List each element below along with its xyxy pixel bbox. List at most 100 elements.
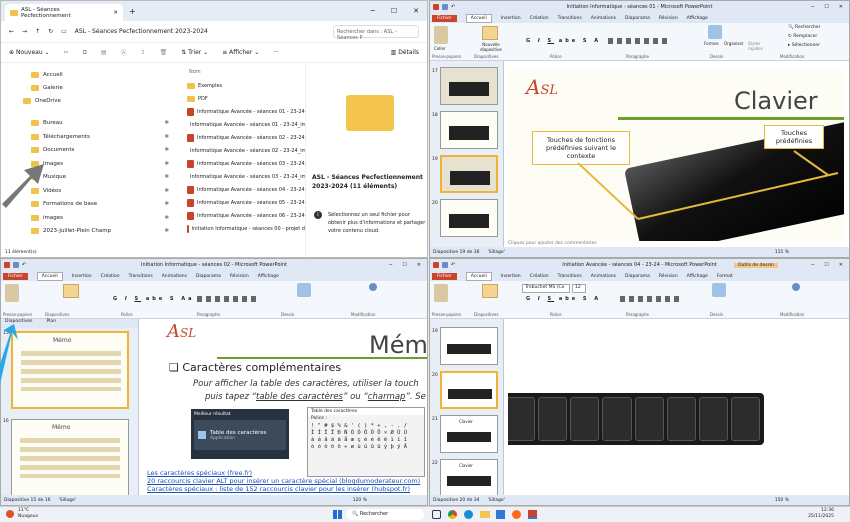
font-size-select[interactable]: 12	[572, 284, 586, 293]
font-controls[interactable]: G I S abe S A	[526, 296, 601, 302]
tab-accueil[interactable]: Accueil	[465, 271, 492, 281]
minimize-icon[interactable]: ─	[811, 4, 814, 10]
charmap-result[interactable]: Table des caractères Application	[194, 420, 286, 450]
tab-diaporama[interactable]: Diaporama	[196, 274, 221, 279]
slide-thumbnail[interactable]	[440, 67, 498, 105]
slide-thumbnail[interactable]	[440, 371, 498, 409]
tab-transitions[interactable]: Transitions	[558, 16, 582, 21]
sidebar-item[interactable]: OneDrive	[1, 95, 173, 108]
file-row[interactable]: Exemples	[173, 79, 305, 92]
paragraph-controls[interactable]	[608, 38, 668, 44]
paste-button[interactable]	[5, 284, 19, 302]
minimize-icon[interactable]: ─	[389, 262, 392, 268]
tab-animations[interactable]: Animations	[591, 274, 616, 279]
font-controls[interactable]: G I S abe S A	[526, 38, 601, 44]
tab-insertion[interactable]: Insertion	[72, 274, 92, 279]
copy-icon[interactable]: ⧉	[83, 49, 87, 57]
close-window-icon[interactable]: ✕	[839, 262, 843, 268]
sidebar-item[interactable]: Galerie	[1, 82, 173, 95]
new-slide-button[interactable]	[63, 284, 79, 298]
new-slide-button[interactable]	[482, 26, 498, 40]
file-row[interactable]: Informatique Avancée - séances 06 - 23-2…	[173, 209, 305, 222]
start-button[interactable]	[333, 510, 342, 519]
sidebar-item[interactable]: Documents ✱	[1, 144, 173, 157]
store-icon[interactable]	[496, 510, 505, 519]
tab-révision[interactable]: Révision	[230, 274, 249, 279]
notes-pane[interactable]: Cliquez pour ajouter des commentaires	[508, 241, 597, 246]
back-icon[interactable]: ←	[9, 28, 14, 35]
close-tab-icon[interactable]: ✕	[113, 10, 118, 16]
reference-link[interactable]: Caractères spéciaux : liste de 152 racco…	[147, 485, 420, 493]
tab-fichier[interactable]: Fichier	[432, 14, 457, 22]
clock-date[interactable]: 25/11/2025	[808, 514, 834, 520]
tab-transitions[interactable]: Transitions	[558, 274, 582, 279]
file-row[interactable]: Informatique Avancée - séances 05 - 23-2…	[173, 196, 305, 209]
share-icon[interactable]: ⇪	[141, 49, 146, 56]
shapes-button[interactable]	[712, 283, 726, 297]
maximize-icon[interactable]: ☐	[391, 7, 397, 15]
tab-insertion[interactable]: Insertion	[501, 16, 521, 21]
slide-thumbnail[interactable]	[440, 111, 498, 149]
close-window-icon[interactable]: ✕	[417, 262, 421, 268]
find-button[interactable]	[792, 283, 800, 291]
find-button[interactable]: 🔍 Rechercher	[788, 25, 821, 30]
forward-icon[interactable]: →	[22, 28, 27, 35]
paste-button[interactable]	[434, 26, 448, 44]
font-controls[interactable]: G I S abe S Aa	[113, 296, 195, 302]
file-row[interactable]: Initiation Informatique - séances 00 - p…	[173, 222, 305, 235]
new-button[interactable]: ⊕ Nouveau ⌄	[9, 49, 50, 56]
rename-icon[interactable]: Ⓐ	[121, 48, 127, 57]
file-row[interactable]: Informatique Avancée - séances 02 - 23-2…	[173, 131, 305, 144]
sidebar-item[interactable]: images ✱	[1, 212, 173, 225]
undo-icon[interactable]: ↶	[451, 262, 455, 268]
slide-thumbnail[interactable]: Clavier	[440, 459, 498, 497]
shapes-button[interactable]	[297, 283, 311, 297]
file-row[interactable]: Informatique Avancée - séances 03 - 23-2…	[173, 157, 305, 170]
slide-thumbnail[interactable]	[440, 199, 498, 237]
tab-format[interactable]: Format	[717, 274, 733, 279]
slide-thumbnail[interactable]	[440, 155, 498, 193]
tab-création[interactable]: Création	[530, 16, 549, 21]
tab-affichage[interactable]: Affichage	[258, 274, 279, 279]
maximize-icon[interactable]: ☐	[402, 262, 406, 268]
edge-icon[interactable]	[464, 510, 473, 519]
new-tab-button[interactable]: +	[129, 7, 136, 16]
explorer-icon[interactable]	[480, 511, 490, 518]
delete-icon[interactable]: 🗑	[160, 49, 168, 56]
chrome-icon[interactable]	[448, 510, 457, 519]
slide-thumbnail[interactable]: Clavier	[440, 415, 498, 453]
file-row[interactable]: Informatique Avancée - séances 02 - 23-2…	[173, 144, 305, 157]
tab-fichier[interactable]: Fichier	[3, 272, 28, 280]
zoom-level[interactable]: 150 %	[775, 498, 789, 503]
close-window-icon[interactable]: ✕	[839, 4, 843, 10]
file-row[interactable]: Informatique Avancée - séances 01 - 23-2…	[173, 118, 305, 131]
more-button[interactable]: ···	[273, 49, 279, 56]
sidebar-item[interactable]: Accueil	[1, 69, 173, 82]
view-button[interactable]: ≡ Afficher ⌄	[222, 49, 259, 56]
charmap-grid[interactable]: ! " # $ % & ' ( ) * + , - . / Ì Í Î Ï Ð Ñ…	[308, 422, 424, 452]
file-row[interactable]: Informatique Avancée - séances 03 - 23-2…	[173, 170, 305, 183]
replace-button[interactable]: ↻ Remplacer	[788, 34, 817, 39]
refresh-icon[interactable]: ↻	[48, 28, 53, 35]
tab-affichage[interactable]: Affichage	[687, 274, 708, 279]
maximize-icon[interactable]: ☐	[824, 262, 828, 268]
slide-thumbnail[interactable]	[440, 327, 498, 365]
zoom-level[interactable]: 120 %	[353, 498, 367, 503]
up-icon[interactable]: ↑	[35, 28, 40, 35]
tab-diaporama[interactable]: Diaporama	[625, 274, 650, 279]
new-slide-button[interactable]	[482, 284, 498, 298]
minimize-icon[interactable]: ─	[811, 262, 814, 268]
shapes-button[interactable]	[708, 25, 722, 39]
paragraph-controls[interactable]	[197, 296, 259, 302]
tab-animations[interactable]: Animations	[591, 16, 616, 21]
taskbar-search[interactable]: 🔍 Rechercher	[346, 509, 424, 520]
zoom-level[interactable]: 115 %	[775, 250, 789, 255]
tab-création[interactable]: Création	[101, 274, 120, 279]
file-row[interactable]: Informatique Avancée - séances 01 - 23-2…	[173, 105, 305, 118]
sidebar-item[interactable]: Téléchargements ✱	[1, 131, 173, 144]
cut-icon[interactable]: ✂	[64, 49, 69, 56]
save-icon[interactable]	[442, 4, 448, 10]
arrange-label[interactable]: Organiser	[724, 41, 744, 46]
styles-label[interactable]: Styles rapides	[748, 41, 766, 51]
paragraph-controls[interactable]	[620, 296, 682, 302]
